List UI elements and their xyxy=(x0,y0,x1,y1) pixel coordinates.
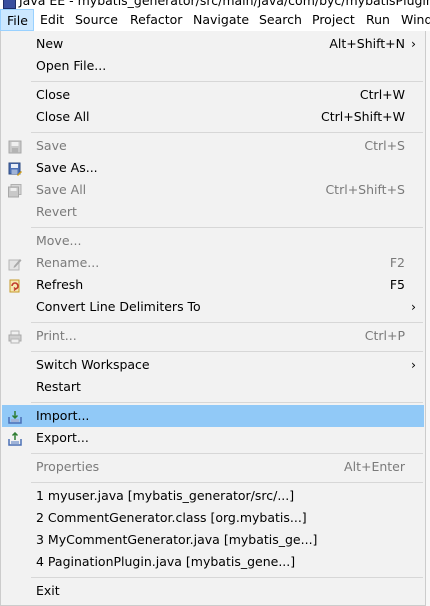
shortcut-label: Ctrl+P xyxy=(364,328,405,343)
menu-item-open-file[interactable]: Open File... xyxy=(2,55,424,77)
menu-separator xyxy=(31,81,423,82)
shortcut-label: Ctrl+S xyxy=(364,138,405,153)
menu-item-import[interactable]: Import... xyxy=(2,405,424,427)
editor-background-strip xyxy=(426,31,430,606)
menu-item-label: Save xyxy=(36,138,67,153)
menu-project[interactable]: Project xyxy=(306,9,361,31)
menu-item-label: Exit xyxy=(36,583,60,598)
menu-window[interactable]: Wind xyxy=(395,9,430,31)
menu-item-label: Revert xyxy=(36,204,77,219)
menu-navigate[interactable]: Navigate xyxy=(187,9,255,31)
menu-separator xyxy=(31,351,423,352)
shortcut-label: Ctrl+Shift+S xyxy=(325,182,405,197)
save-as-icon xyxy=(8,161,22,176)
menu-item-save[interactable]: Save Ctrl+S xyxy=(2,135,424,157)
menu-item-revert[interactable]: Revert xyxy=(2,201,424,223)
menu-edit[interactable]: Edit xyxy=(34,9,70,31)
save-all-icon xyxy=(8,183,22,198)
window-title: Java EE - mybatis_generator/src/main/jav… xyxy=(19,0,430,8)
menu-item-label: Convert Line Delimiters To xyxy=(36,299,201,314)
window-title-bar: Java EE - mybatis_generator/src/main/jav… xyxy=(0,0,430,9)
submenu-arrow-icon: › xyxy=(411,36,416,51)
menu-item-save-as[interactable]: Save As... xyxy=(2,157,424,179)
recent-file-label: 3 MyCommentGenerator.java [mybatis_ge...… xyxy=(36,532,318,547)
refresh-icon xyxy=(8,278,22,293)
menu-item-exit[interactable]: Exit xyxy=(2,580,424,602)
menu-item-label: Export... xyxy=(36,430,89,445)
submenu-arrow-icon: › xyxy=(411,299,416,314)
menu-item-convert-line-delimiters[interactable]: Convert Line Delimiters To › xyxy=(2,296,424,318)
menu-item-label: Rename... xyxy=(36,255,100,270)
shortcut-label: F2 xyxy=(389,255,405,270)
menu-item-label: Switch Workspace xyxy=(36,357,150,372)
recent-file-label: 2 CommentGenerator.class [org.mybatis...… xyxy=(36,510,307,525)
menu-item-label: New xyxy=(36,36,64,51)
menu-item-restart[interactable]: Restart xyxy=(2,376,424,398)
menu-item-label: Save All xyxy=(36,182,87,197)
menu-item-close-all[interactable]: Close All Ctrl+Shift+W xyxy=(2,106,424,128)
rename-icon xyxy=(8,256,22,271)
menu-separator xyxy=(31,482,423,483)
menu-item-label: Refresh xyxy=(36,277,84,292)
menu-item-refresh[interactable]: Refresh F5 xyxy=(2,274,424,296)
menu-item-rename[interactable]: Rename... F2 xyxy=(2,252,424,274)
import-icon xyxy=(8,409,22,424)
recent-file-item[interactable]: 1 myuser.java [mybatis_generator/src/...… xyxy=(2,485,424,507)
menu-item-label: Print... xyxy=(36,328,77,343)
recent-file-label: 1 myuser.java [mybatis_generator/src/...… xyxy=(36,488,295,503)
menu-separator xyxy=(31,577,423,578)
submenu-arrow-icon: › xyxy=(411,357,416,372)
shortcut-label: Ctrl+W xyxy=(359,87,405,102)
export-icon xyxy=(8,431,22,446)
menu-separator xyxy=(31,453,423,454)
menu-item-close[interactable]: Close Ctrl+W xyxy=(2,84,424,106)
save-icon xyxy=(8,139,22,154)
shortcut-label: F5 xyxy=(389,277,405,292)
menu-item-export[interactable]: Export... xyxy=(2,427,424,449)
menu-separator xyxy=(31,227,423,228)
menu-item-switch-workspace[interactable]: Switch Workspace › xyxy=(2,354,424,376)
menu-bar: File Edit Source Refactor Navigate Searc… xyxy=(0,9,430,32)
menu-item-label: Import... xyxy=(36,408,90,423)
menu-run[interactable]: Run xyxy=(360,9,396,31)
menu-item-print[interactable]: Print... Ctrl+P xyxy=(2,325,424,347)
recent-file-label: 4 PaginationPlugin.java [mybatis_gene...… xyxy=(36,554,296,569)
menu-item-save-all[interactable]: Save All Ctrl+Shift+S xyxy=(2,179,424,201)
menu-item-label: Close xyxy=(36,87,71,102)
menu-separator xyxy=(31,402,423,403)
menu-file[interactable]: File xyxy=(0,9,34,31)
shortcut-label: Alt+Shift+N xyxy=(329,36,405,51)
menu-item-label: Close All xyxy=(36,109,90,124)
menu-separator xyxy=(31,322,423,323)
menu-item-label: Restart xyxy=(36,379,81,394)
menu-item-new[interactable]: New Alt+Shift+N › xyxy=(2,33,424,55)
menu-source[interactable]: Source xyxy=(69,9,124,31)
menu-separator xyxy=(31,132,423,133)
menu-search[interactable]: Search xyxy=(253,9,308,31)
recent-file-item[interactable]: 4 PaginationPlugin.java [mybatis_gene...… xyxy=(2,551,424,573)
menu-refactor[interactable]: Refactor xyxy=(124,9,188,31)
recent-file-item[interactable]: 3 MyCommentGenerator.java [mybatis_ge...… xyxy=(2,529,424,551)
menu-item-label: Move... xyxy=(36,233,82,248)
shortcut-label: Alt+Enter xyxy=(344,459,405,474)
menu-item-label: Save As... xyxy=(36,160,98,175)
shortcut-label: Ctrl+Shift+W xyxy=(321,109,405,124)
menu-item-move[interactable]: Move... xyxy=(2,230,424,252)
recent-file-item[interactable]: 2 CommentGenerator.class [org.mybatis...… xyxy=(2,507,424,529)
print-icon xyxy=(8,329,22,344)
menu-item-properties[interactable]: Properties Alt+Enter xyxy=(2,456,424,478)
file-dropdown-menu: New Alt+Shift+N › Open File... Close Ctr… xyxy=(0,31,426,606)
java-ee-app-icon xyxy=(3,0,16,9)
menu-item-label: Properties xyxy=(36,459,100,474)
menu-item-label: Open File... xyxy=(36,58,107,73)
